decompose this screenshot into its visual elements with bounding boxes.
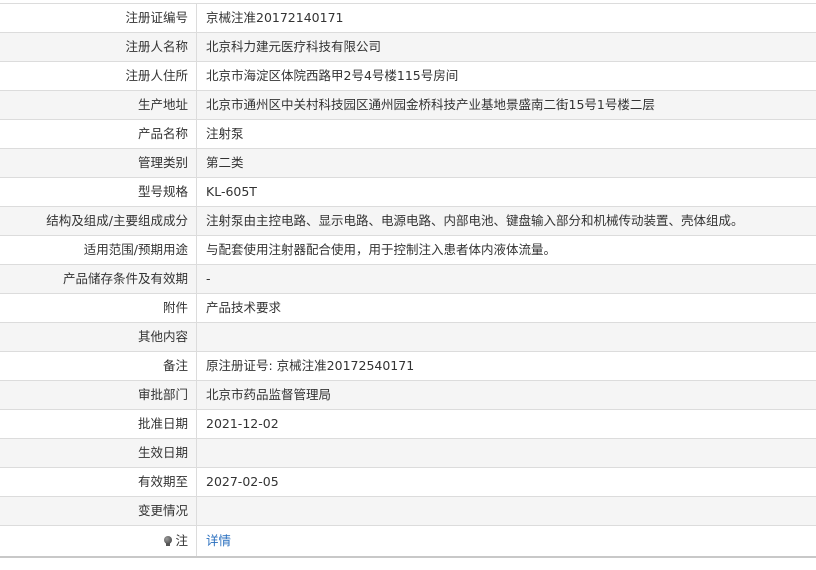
label-structure-composition: 结构及组成/主要组成成分 <box>0 207 197 235</box>
row-change-status: 变更情况 <box>0 497 816 526</box>
value-change-status <box>197 497 816 525</box>
value-valid-until: 2027-02-05 <box>206 474 279 489</box>
row-valid-until: 有效期至 2027-02-05 <box>0 468 816 497</box>
value-attachment: 产品技术要求 <box>206 300 282 315</box>
label-other-content: 其他内容 <box>0 323 197 351</box>
note-label: 注 <box>175 533 188 548</box>
label-production-address: 生产地址 <box>0 91 197 119</box>
label-registrant-address: 注册人住所 <box>0 62 197 90</box>
value-remarks: 原注册证号: 京械注准20172540171 <box>206 358 415 373</box>
value-product-name: 注射泵 <box>206 126 244 141</box>
value-note: 详情 <box>197 526 816 556</box>
value-registrant-name: 北京科力建元医疗科技有限公司 <box>206 39 382 54</box>
value-other-content <box>197 323 816 351</box>
value-registration-number: 京械注准20172140171 <box>206 10 344 25</box>
value-structure-composition: 注射泵由主控电路、显示电路、电源电路、内部电池、键盘输入部分和机械传动装置、壳体… <box>206 213 744 228</box>
value-intended-use: 与配套使用注射器配合使用，用于控制注入患者体内液体流量。 <box>206 242 557 257</box>
label-storage-validity: 产品储存条件及有效期 <box>0 265 197 293</box>
row-intended-use: 适用范围/预期用途 与配套使用注射器配合使用，用于控制注入患者体内液体流量。 <box>0 236 816 265</box>
row-remarks: 备注 原注册证号: 京械注准20172540171 <box>0 352 816 381</box>
row-registration-number: 注册证编号 京械注准20172140171 <box>0 4 816 33</box>
row-storage-validity: 产品储存条件及有效期 - <box>0 265 816 294</box>
label-registrant-name: 注册人名称 <box>0 33 197 61</box>
row-note: 注 详情 <box>0 526 816 558</box>
value-effective-date <box>197 439 816 467</box>
row-approval-department: 审批部门 北京市药品监督管理局 <box>0 381 816 410</box>
label-change-status: 变更情况 <box>0 497 197 525</box>
row-product-name: 产品名称 注射泵 <box>0 120 816 149</box>
row-registrant-name: 注册人名称 北京科力建元医疗科技有限公司 <box>0 33 816 62</box>
value-model-spec: KL-605T <box>206 184 257 199</box>
label-attachment: 附件 <box>0 294 197 322</box>
value-storage-validity: - <box>206 271 211 286</box>
label-effective-date: 生效日期 <box>0 439 197 467</box>
label-note: 注 <box>0 526 197 556</box>
value-approval-department: 北京市药品监督管理局 <box>206 387 332 402</box>
label-intended-use: 适用范围/预期用途 <box>0 236 197 264</box>
row-registrant-address: 注册人住所 北京市海淀区体院西路甲2号4号楼115号房间 <box>0 62 816 91</box>
lightbulb-icon <box>164 536 173 546</box>
row-model-spec: 型号规格 KL-605T <box>0 178 816 207</box>
row-management-category: 管理类别 第二类 <box>0 149 816 178</box>
row-approval-date: 批准日期 2021-12-02 <box>0 410 816 439</box>
row-effective-date: 生效日期 <box>0 439 816 468</box>
label-valid-until: 有效期至 <box>0 468 197 496</box>
row-structure-composition: 结构及组成/主要组成成分 注射泵由主控电路、显示电路、电源电路、内部电池、键盘输… <box>0 207 816 236</box>
row-other-content: 其他内容 <box>0 323 816 352</box>
label-management-category: 管理类别 <box>0 149 197 177</box>
label-approval-date: 批准日期 <box>0 410 197 438</box>
label-product-name: 产品名称 <box>0 120 197 148</box>
row-production-address: 生产地址 北京市通州区中关村科技园区通州园金桥科技产业基地景盛南二街15号1号楼… <box>0 91 816 120</box>
value-approval-date: 2021-12-02 <box>206 416 279 431</box>
row-attachment: 附件 产品技术要求 <box>0 294 816 323</box>
label-registration-number: 注册证编号 <box>0 4 197 32</box>
label-approval-department: 审批部门 <box>0 381 197 409</box>
value-management-category: 第二类 <box>206 155 244 170</box>
value-production-address: 北京市通州区中关村科技园区通州园金桥科技产业基地景盛南二街15号1号楼二层 <box>206 97 655 112</box>
label-model-spec: 型号规格 <box>0 178 197 206</box>
label-remarks: 备注 <box>0 352 197 380</box>
details-link[interactable]: 详情 <box>206 533 231 548</box>
registration-detail-table: 注册证编号 京械注准20172140171 注册人名称 北京科力建元医疗科技有限… <box>0 3 816 558</box>
value-registrant-address: 北京市海淀区体院西路甲2号4号楼115号房间 <box>206 68 459 83</box>
